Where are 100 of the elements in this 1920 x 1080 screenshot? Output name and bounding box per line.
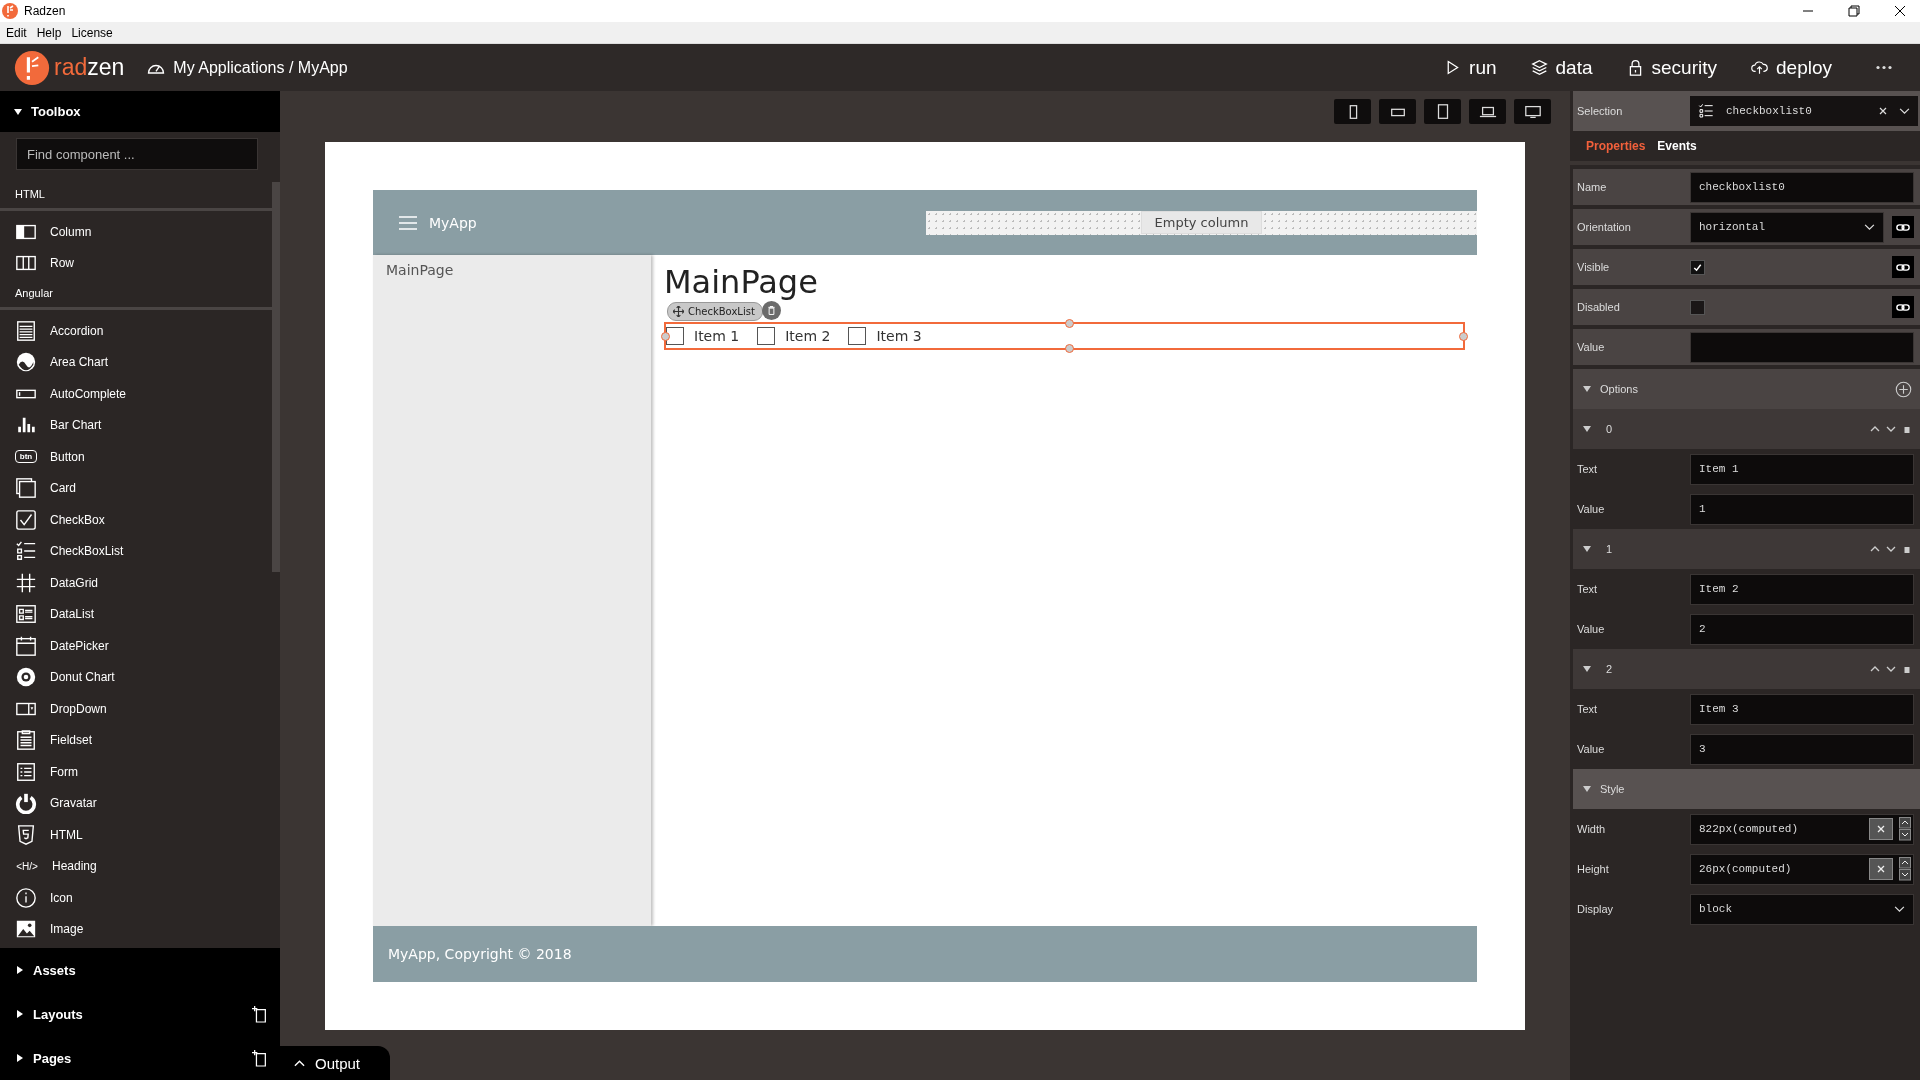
toolbar-button[interactable]: security [1626,56,1717,79]
empty-column[interactable]: Empty column [926,210,1477,235]
scrollbar[interactable] [272,182,280,572]
restore-icon[interactable] [1848,5,1860,17]
bind-button[interactable] [1892,216,1914,238]
move-down-icon[interactable] [1886,544,1896,554]
selected-checkbox-list[interactable]: Item 1 Item 2 Item 3 [664,322,1465,350]
property-field[interactable]: Item 2 [1690,573,1914,605]
menu-item[interactable]: Edit [6,25,27,40]
list-option[interactable]: Item 2 [757,327,831,345]
checkbox[interactable] [666,327,684,345]
clear-button[interactable] [1869,818,1893,840]
device-button[interactable] [1424,99,1461,124]
trash-icon[interactable] [1902,544,1912,554]
more-icon[interactable] [1876,65,1892,70]
toolbox-item[interactable]: Donut Chart [0,661,272,693]
clear-icon[interactable] [1879,107,1887,115]
bind-button[interactable] [1892,256,1914,278]
trash-icon[interactable] [1902,664,1912,674]
section-toggle[interactable]: 0 [1597,423,1613,435]
property-field[interactable]: 1 [1690,493,1914,525]
menu-item[interactable]: License [71,25,113,40]
toolbox-item[interactable]: btn Button [0,441,272,473]
panel-header[interactable]: Pages [0,1036,280,1080]
toolbar-button[interactable]: deploy [1751,56,1832,79]
property-field[interactable]: 2 [1690,613,1914,645]
toolbox-item[interactable]: Bar Chart [0,409,272,441]
add-icon[interactable] [1895,380,1912,398]
move-down-icon[interactable] [1886,424,1896,434]
toolbox-header[interactable]: Toolbox [0,91,280,132]
toolbox-item[interactable]: DropDown [0,693,272,725]
trash-icon[interactable] [1902,424,1912,434]
toolbar-button[interactable]: data [1530,56,1593,79]
toolbox-item[interactable]: Row [0,247,272,279]
resize-handle[interactable] [1064,319,1074,328]
device-button[interactable] [1514,99,1551,124]
panel-tab[interactable]: Events [1657,139,1697,153]
move-up-icon[interactable] [1870,664,1880,674]
property-field[interactable]: 3 [1690,733,1914,765]
caret-icon[interactable] [1583,425,1591,433]
toolbox-item[interactable]: Gravatar [0,787,272,819]
section-toggle[interactable]: 2 [1597,663,1613,675]
caret-icon[interactable] [1583,665,1591,673]
toolbox-item[interactable]: DataList [0,598,272,630]
property-field[interactable] [1690,331,1914,363]
device-button[interactable] [1469,99,1506,124]
breadcrumb[interactable]: My Applications / MyApp [173,58,348,77]
property-dropdown[interactable]: block [1690,893,1914,925]
spinner-icon[interactable] [1899,857,1911,881]
property-checkbox[interactable] [1690,259,1705,275]
checkbox[interactable] [848,327,867,345]
toolbox-item[interactable]: CheckBox [0,504,272,536]
toolbox-item[interactable]: Accordion [0,315,272,347]
toolbar-button[interactable]: run [1444,56,1497,79]
chevron-down-icon[interactable] [1899,107,1910,115]
toolbox-item[interactable]: Fieldset [0,724,272,756]
toolbox-item[interactable]: AutoComplete [0,378,272,410]
output-tab[interactable]: Output [280,1046,390,1080]
nav-link[interactable]: MainPage [386,262,638,278]
property-checkbox[interactable] [1690,299,1705,315]
toolbox-item[interactable]: Area Chart [0,346,272,378]
delete-icon[interactable] [762,301,781,320]
caret-icon[interactable] [1583,545,1591,553]
menu-item[interactable]: Help [36,25,62,40]
selection-dropdown[interactable]: checkboxlist0 [1690,96,1918,126]
component-tag[interactable]: CheckBoxList [667,302,763,321]
toolbox-item[interactable]: HTML [0,819,272,851]
move-up-icon[interactable] [1870,544,1880,554]
close-icon[interactable] [1894,5,1906,17]
toolbox-item[interactable]: Column [0,216,272,248]
search-field[interactable]: Find component ... [16,138,258,170]
toolbox-item[interactable]: DataGrid [0,567,272,599]
toolbox-item[interactable]: Image [0,913,272,945]
property-field[interactable]: Item 3 [1690,693,1914,725]
resize-handle[interactable] [1064,344,1074,353]
section-toggle[interactable]: Options [1591,383,1638,395]
property-field[interactable]: Item 1 [1690,453,1914,485]
device-button[interactable] [1379,99,1416,124]
panel-header[interactable]: Layouts [0,992,280,1036]
spinner-icon[interactable] [1899,817,1911,841]
toolbox-item[interactable]: Card [0,472,272,504]
checkbox[interactable] [757,327,776,345]
size-field[interactable]: 822px(computed) [1690,813,1914,845]
resize-handle[interactable] [661,332,670,341]
resize-handle[interactable] [1459,332,1468,341]
section-toggle[interactable]: 1 [1597,543,1613,555]
panel-header[interactable]: Assets [0,948,280,992]
toolbox-item[interactable]: Form [0,756,272,788]
move-up-icon[interactable] [1870,424,1880,434]
caret-icon[interactable] [1583,385,1591,393]
panel-tab[interactable]: Properties [1586,139,1646,153]
bind-button[interactable] [1892,296,1914,318]
toolbox-item[interactable]: DatePicker [0,630,272,662]
add-page-icon[interactable] [252,1049,268,1067]
section-toggle[interactable]: Style [1591,783,1625,795]
add-page-icon[interactable] [252,1005,268,1023]
list-option[interactable]: Item 3 [848,327,922,345]
size-field[interactable]: 26px(computed) [1690,853,1914,885]
property-field[interactable]: checkboxlist0 [1690,171,1914,203]
device-button[interactable] [1334,99,1371,124]
